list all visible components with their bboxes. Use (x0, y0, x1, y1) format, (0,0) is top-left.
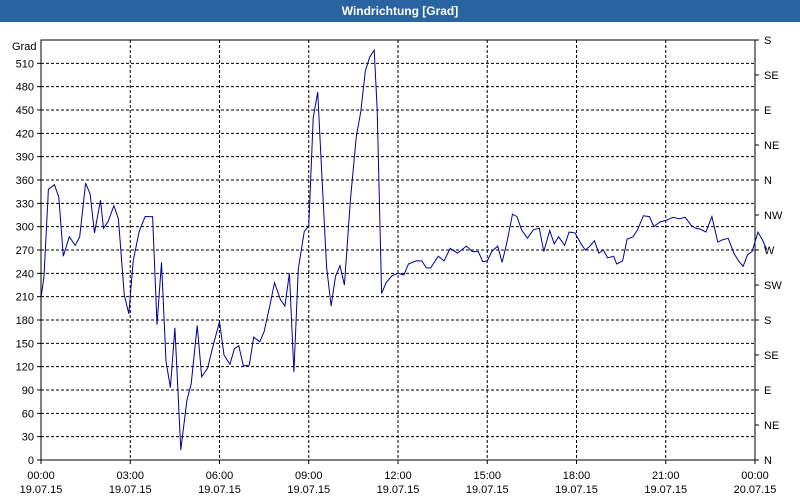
window-title: Windrichtung [Grad] (0, 0, 800, 22)
y-tick-label: 150 (16, 338, 34, 350)
y-tick-label: 210 (16, 292, 34, 304)
y2-tick-label: SW (764, 280, 782, 292)
y-tick-label: 90 (22, 385, 34, 397)
x-tick-time-label: 15:00 (473, 470, 501, 482)
y2-tick-label: SE (764, 350, 779, 362)
x-tick-date-label: 19.07.15 (20, 484, 63, 496)
x-tick-date-label: 19.07.15 (377, 484, 420, 496)
y-tick-label: 450 (16, 105, 34, 117)
y-tick-label: 60 (22, 408, 34, 420)
x-tick-date-label: 19.07.15 (644, 484, 687, 496)
y2-tick-label: S (764, 315, 771, 327)
y-tick-label: 300 (16, 222, 34, 234)
y-tick-label: 240 (16, 268, 34, 280)
x-tick-date-label: 20.07.15 (734, 484, 777, 496)
y-tick-label: 360 (16, 175, 34, 187)
y-tick-label: 180 (16, 315, 34, 327)
x-tick-time-label: 09:00 (295, 470, 323, 482)
y2-tick-label: NW (764, 210, 783, 222)
x-tick-date-label: 19.07.15 (555, 484, 598, 496)
wind-direction-chart: Grad 0 30 60 90 120 150 180 210 240 270 300 330 360 3… (12, 35, 783, 496)
y-tick-label: 420 (16, 128, 34, 140)
x-tick-time-label: 18:00 (563, 470, 591, 482)
x-tick-time-label: 06:00 (206, 470, 234, 482)
y-tick-label: 30 (22, 432, 34, 444)
y-tick-label: 390 (16, 152, 34, 164)
x-axis-ticks: 00:00 19.07.15 03:00 19.07.15 06:00 19.07.15 0… (20, 460, 777, 496)
y2-tick-label: E (764, 105, 771, 117)
x-tick-time-label: 00:00 (741, 470, 769, 482)
y2-tick-label: E (764, 385, 771, 397)
x-tick-date-label: 19.07.15 (287, 484, 330, 496)
x-tick-date-label: 19.07.15 (109, 484, 152, 496)
y-tick-label: 270 (16, 245, 34, 257)
y2-tick-label: NE (764, 420, 779, 432)
y2-tick-label: S (764, 35, 771, 47)
x-tick-date-label: 19.07.15 (198, 484, 241, 496)
x-tick-time-label: 12:00 (384, 470, 412, 482)
y2-tick-label: N (764, 175, 772, 187)
y2-tick-label: NE (764, 140, 779, 152)
y-tick-label: 330 (16, 198, 34, 210)
y-axis-ticks: 0 30 60 90 120 150 180 210 240 270 300 330 360 390 420… (16, 58, 41, 467)
y-tick-label: 120 (16, 362, 34, 374)
x-tick-time-label: 21:00 (652, 470, 680, 482)
x-tick-date-label: 19.07.15 (466, 484, 509, 496)
x-tick-time-label: 03:00 (116, 470, 144, 482)
y2-tick-label: SE (764, 70, 779, 82)
y-tick-label: 480 (16, 82, 34, 94)
y2-tick-label: N (764, 455, 772, 467)
y-tick-label: 0 (28, 455, 34, 467)
y-tick-label: 510 (16, 58, 34, 70)
y2-axis-ticks: NNEESESSWWNWNNEESES (755, 35, 783, 467)
x-tick-time-label: 00:00 (27, 470, 55, 482)
y-axis-label: Grad (12, 41, 36, 53)
chart-window: Windrichtung [Grad] Grad 0 30 60 90 120 150 18… (0, 0, 800, 500)
